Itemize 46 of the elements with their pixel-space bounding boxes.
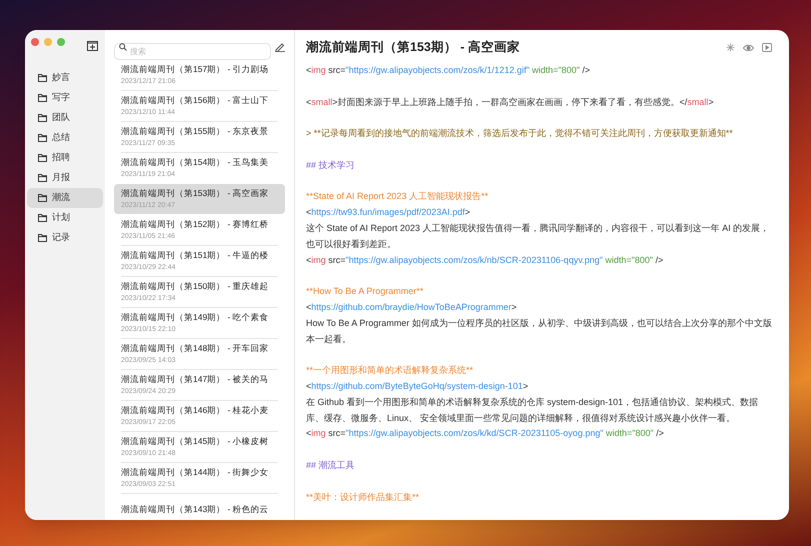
markdown-line: <img src="https://gw.alipayobjects.com/zos/k/nb/SCR-20231106-qqyv.png" width="800" /> [306,254,664,267]
folder-icon [38,94,47,102]
markdown-line: 在 Github 看到一个用图形和简单的术语解释复杂系统的仓库 system-design-101，包括通信协议、架构模式、数据库、缓存、微服务、Linux、 安全领域里面一些常见问题的详细解释，很值得对系统设计感兴趣小伙伴一看。 [306,396,760,425]
new-folder-icon[interactable] [87,40,98,50]
folder-item[interactable]: 写字 [27,88,103,108]
play-icon[interactable] [762,43,772,52]
folder-icon [38,134,47,142]
folder-icon [38,214,47,222]
markdown-line: <img src="https://gw.alipayobjects.com/zos/k/1/1212.gif" width="800" /> [306,64,591,77]
zoom-button[interactable] [57,38,65,46]
markdown-line: <small>封面图来源于早上上班路上随手拍，一群高空画家在画画，停下来看了看，有些感觉。</small> [306,96,715,109]
markdown-line: How To Be A Programmer 如何成为一位程序员的社区版，从初学、中级讲到高级，也可以结合上次分享的那个中文版本一起看。 [306,316,773,346]
folder-icon [38,154,47,162]
markdown-line: <https://tw93.fun/images/pdf/2023AI.pdf> [306,206,472,220]
folder-item[interactable]: 团队 [27,108,103,128]
folder-icon [38,234,47,242]
folder-item[interactable]: 招聘 [27,148,103,168]
folder-item[interactable]: 计划 [27,208,103,228]
markdown-line: ## 潮流工具 [306,458,356,472]
markdown-line: **美叶：设计师作品集汇集** [306,490,420,504]
note-item[interactable]: 潮流前端周刊（第143期） - 粉色的云 [114,494,285,520]
folder-item[interactable]: 记录 [27,228,103,248]
folder-icon [38,174,47,182]
folder-icon [38,74,47,82]
sparkle-icon[interactable] [726,43,735,52]
folder-item[interactable]: 月报 [27,168,103,188]
markdown-line: 这个 State of AI Report 2023 人工智能现状报告值得一看，腾讯同学翻译的，内容很干，可以看到这一年 AI 的发展，也可以很好看到差距。 [306,222,770,251]
markdown-line: <img src="https://gw.alipayobjects.com/zos/k/kd/SCR-20231105-oyog.png" width="800" /> [306,427,665,440]
markdown-line: <https://github.com/ByteByteGoHq/system-design-101> [306,380,530,393]
markdown-line: **State of AI Report 2023 人工智能现状报告** [306,190,490,204]
edit-icon[interactable] [275,42,285,52]
markdown-line: > **记录每周看到的接地气的前端潮流技术，筛选后发布于此，觉得不错可关注此周刊，方便获取更新通知** [306,127,734,140]
note-title: 潮流前端周刊（第153期） - 高空画家 [306,39,520,56]
folder-icon [38,114,47,122]
search-icon [119,42,127,50]
folder-item[interactable]: 妙言 [27,68,103,88]
markdown-line: **How To Be A Programmer** [306,285,424,298]
folder-icon [38,194,47,202]
search-field[interactable]: 搜索 [114,43,271,60]
markdown-line: **一个用图形和简单的术语解释复杂系统** [306,364,474,378]
markdown-line: <https://github.com/braydie/HowToBeAProgrammer> [306,300,518,314]
close-button[interactable] [31,38,39,46]
markdown-line: ## 技术学习 [306,158,356,172]
folder-item[interactable]: 潮流 [27,188,103,208]
folder-item[interactable]: 总结 [27,128,103,148]
eye-icon[interactable] [743,44,754,52]
